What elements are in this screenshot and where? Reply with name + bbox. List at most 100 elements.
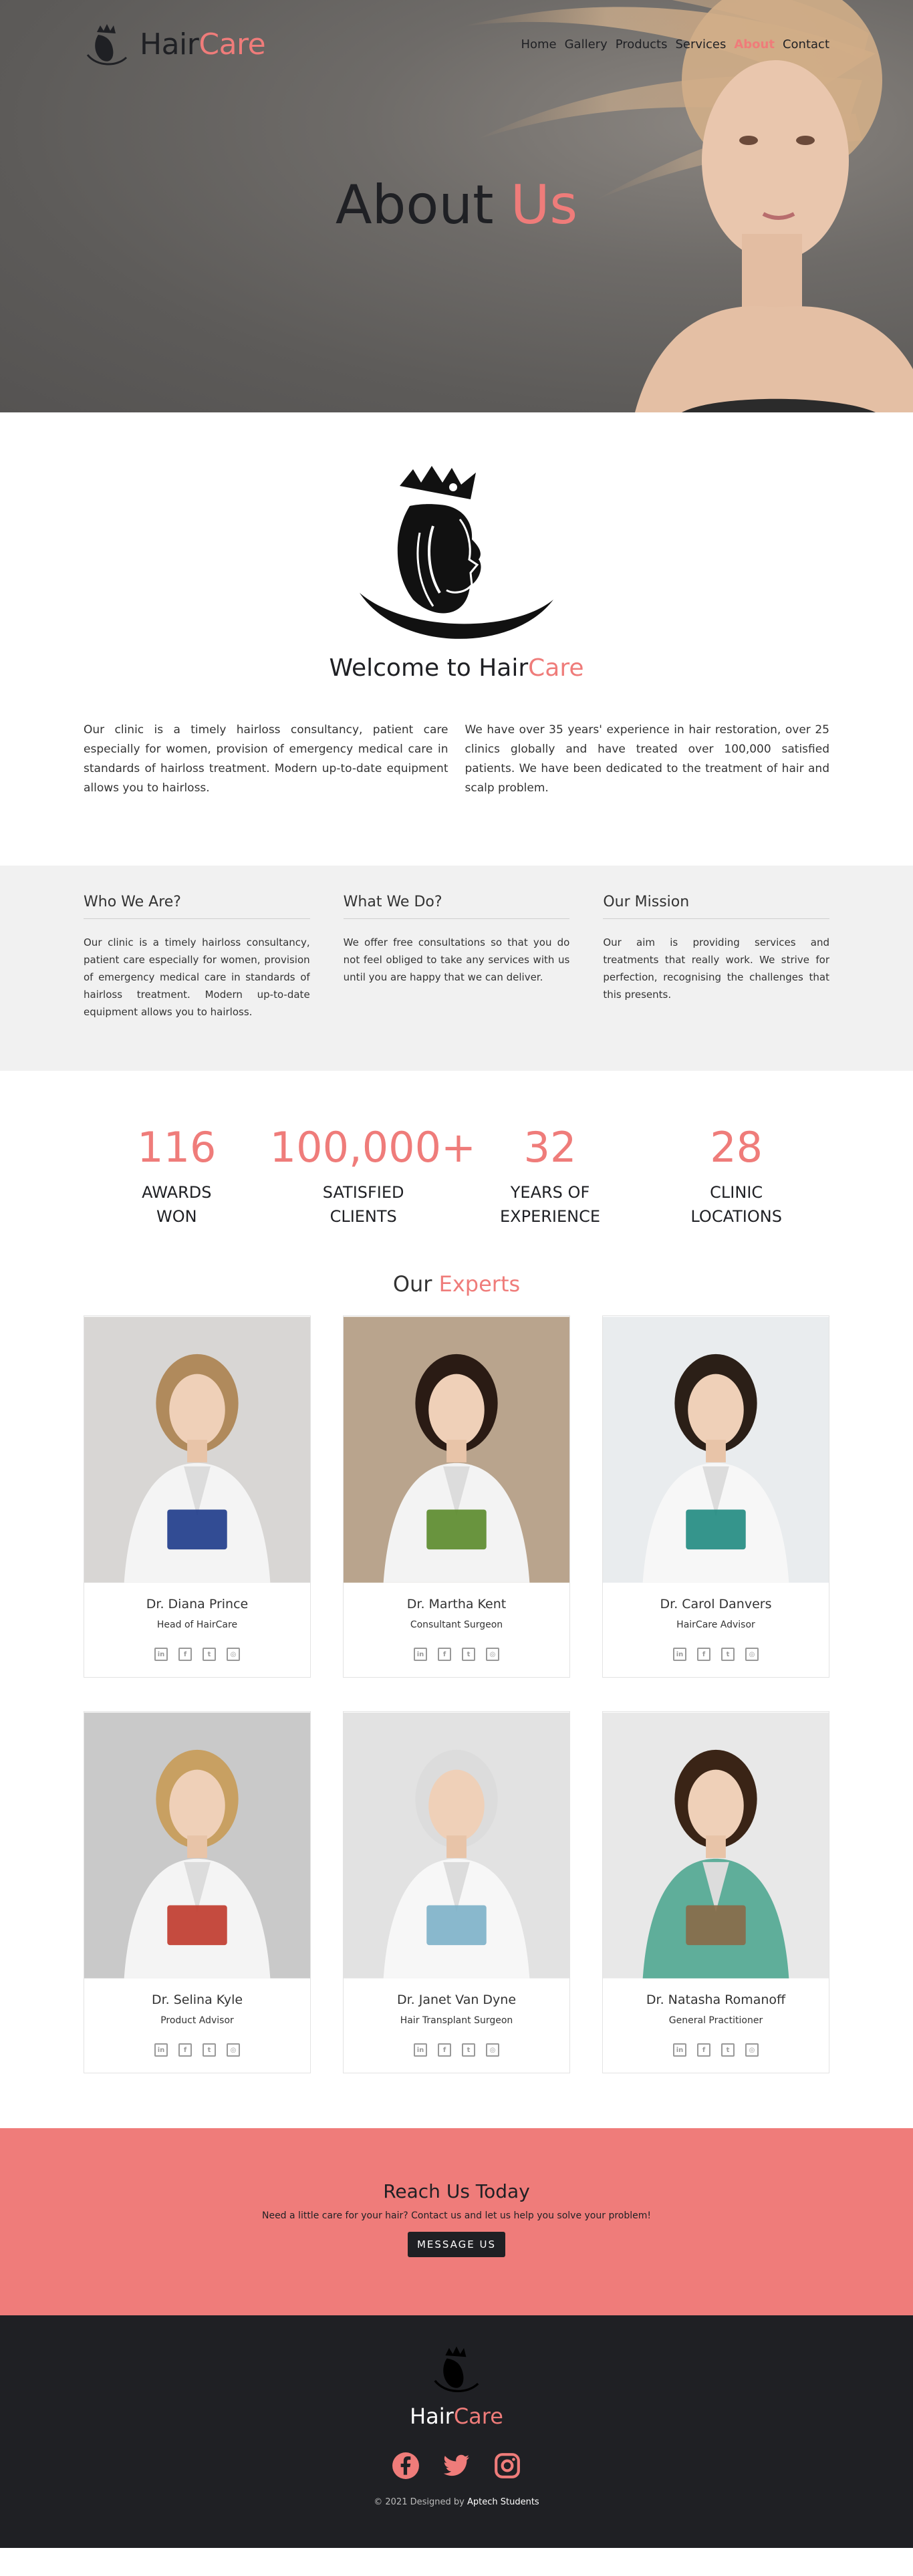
twitter-icon[interactable]: t [721,2043,735,2057]
expert-role: Product Advisor [160,2015,234,2026]
twitter-icon[interactable]: t [462,2043,475,2057]
stat-label: SATISFIED CLIENTS [322,1183,404,1226]
expert-photo [344,1712,569,1978]
instagram-icon[interactable]: ◎ [745,1648,759,1661]
linkedin-icon[interactable]: in [414,2043,427,2057]
page-title: About Us [0,174,913,236]
cta-title: Reach Us Today [383,2180,530,2202]
experts-heading: Our Experts [84,1271,829,1297]
brand-name-part1: Hair [140,27,199,61]
facebook-icon[interactable]: f [178,1648,192,1661]
twitter-icon[interactable]: t [462,1648,475,1661]
stat-label: CLINIC LOCATIONS [690,1183,782,1226]
linkedin-icon[interactable]: in [673,2043,686,2057]
expert-name: Dr. Natasha Romanoff [646,1992,786,2007]
site-footer: HairCare © 2021 Designed by Aptech Stude… [0,2315,913,2548]
expert-card: Dr. Diana Prince Head of HairCare in f t ◎ [84,1315,311,1678]
nav-item-gallery[interactable]: Gallery [565,37,608,51]
facebook-icon[interactable]: f [438,1648,451,1661]
stat-number: 28 [710,1123,763,1172]
expert-social-links: in f t ◎ [344,1648,569,1661]
nav-item-about[interactable]: About [734,37,775,51]
hero-banner: HairCare Home Gallery Products Services … [0,0,913,412]
facebook-icon[interactable]: f [697,2043,710,2057]
facebook-icon[interactable]: f [697,1648,710,1661]
our-mission-block: Our Mission Our aim is providing service… [603,894,830,1043]
page-title-part2: Us [510,174,578,236]
info-section: Who We Are? Our clinic is a timely hairl… [0,866,913,1071]
experts-grid: Dr. Diana Prince Head of HairCare in f t ◎ Dr… [84,1315,829,2073]
queen-logo-icon [434,2346,479,2393]
stat-locations: 28 CLINIC LOCATIONS [643,1124,829,1271]
footer-social-links [0,2452,913,2480]
expert-social-links: in f t ◎ [603,2043,829,2057]
twitter-icon[interactable]: t [721,1648,735,1661]
expert-card: Dr. Martha Kent Consultant Surgeon in f t ◎ [343,1315,570,1678]
expert-card: Dr. Natasha Romanoff General Practitioner… [602,1711,829,2073]
twitter-icon[interactable]: t [203,1648,216,1661]
welcome-heading-part2: Care [528,654,584,682]
facebook-icon[interactable]: f [178,2043,192,2057]
welcome-text-columns: Our clinic is a timely hairloss consulta… [84,721,829,798]
expert-role: General Practitioner [668,2015,763,2026]
queen-logo-icon [86,24,128,66]
cta-subtitle: Need a little care for your hair? Contac… [261,2210,651,2221]
nav-item-home[interactable]: Home [521,37,556,51]
welcome-section: Welcome to HairCare Our clinic is a time… [0,412,913,866]
brand-logo[interactable]: HairCare [84,20,266,68]
linkedin-icon[interactable]: in [414,1648,427,1661]
stat-experience: 32 YEARS OF EXPERIENCE [457,1124,644,1271]
instagram-icon[interactable]: ◎ [227,1648,240,1661]
footer-brand-part2: Care [453,2404,503,2429]
expert-card: Dr. Carol Danvers HairCare Advisor in f t ◎ [602,1315,829,1678]
nav-item-contact[interactable]: Contact [783,37,829,51]
experts-heading-part1: Our [392,1271,439,1297]
expert-role: Consultant Surgeon [410,1620,503,1630]
stat-label: AWARDS WON [142,1183,212,1226]
our-mission-title: Our Mission [603,894,830,919]
welcome-left-text: Our clinic is a timely hairloss consulta… [84,723,448,795]
linkedin-icon[interactable]: in [673,1648,686,1661]
what-we-do-title: What We Do? [343,894,570,919]
stat-number: 100,000+ [269,1123,477,1172]
instagram-icon[interactable]: ◎ [745,2043,759,2057]
facebook-icon[interactable] [392,2452,420,2480]
instagram-icon[interactable]: ◎ [486,1648,499,1661]
stats-section: 116 AWARDS WON 100,000+ SATISFIED CLIENT… [0,1071,913,1271]
twitter-icon[interactable]: t [203,2043,216,2057]
instagram-icon[interactable] [493,2452,521,2480]
expert-photo [84,1317,310,1583]
copyright-text: © 2021 Designed by Aptech Students [0,2497,913,2507]
expert-social-links: in f t ◎ [84,2043,310,2057]
expert-role: HairCare Advisor [676,1620,755,1630]
expert-social-links: in f t ◎ [84,1648,310,1661]
experts-heading-part2: Experts [438,1271,521,1297]
linkedin-icon[interactable]: in [154,2043,168,2057]
nav-item-services[interactable]: Services [675,37,726,51]
expert-photo [603,1317,829,1583]
expert-social-links: in f t ◎ [344,2043,569,2057]
experts-section: Our Experts Dr. Diana Prince Head of Hair… [0,1271,913,2073]
instagram-icon[interactable]: ◎ [227,2043,240,2057]
expert-photo [84,1712,310,1978]
expert-name: Dr. Martha Kent [406,1597,507,1612]
nav-item-products[interactable]: Products [616,37,668,51]
stat-label: YEARS OF EXPERIENCE [499,1183,601,1226]
expert-photo [344,1317,569,1583]
welcome-heading: Welcome to HairCare [84,654,829,682]
who-we-are-title: Who We Are? [84,894,310,919]
expert-card: Dr. Selina Kyle Product Advisor in f t ◎ [84,1711,311,2073]
message-us-button[interactable]: MESSAGE US [407,2232,506,2257]
expert-role: Head of HairCare [156,1620,238,1630]
brand-name-part2: Care [199,27,266,61]
who-we-are-text: Our clinic is a timely hairloss consulta… [84,936,310,1018]
twitter-icon[interactable] [442,2452,471,2480]
linkedin-icon[interactable]: in [154,1648,168,1661]
what-we-do-text: We offer free consultations so that you … [343,936,570,983]
copyright-prefix: © 2021 Designed by [374,2497,465,2507]
welcome-heading-part1: Welcome to Hair [329,654,529,682]
designer-name: Aptech Students [467,2497,539,2507]
instagram-icon[interactable]: ◎ [486,2043,499,2057]
welcome-right-text: We have over 35 years' experience in hai… [465,723,830,795]
facebook-icon[interactable]: f [438,2043,451,2057]
